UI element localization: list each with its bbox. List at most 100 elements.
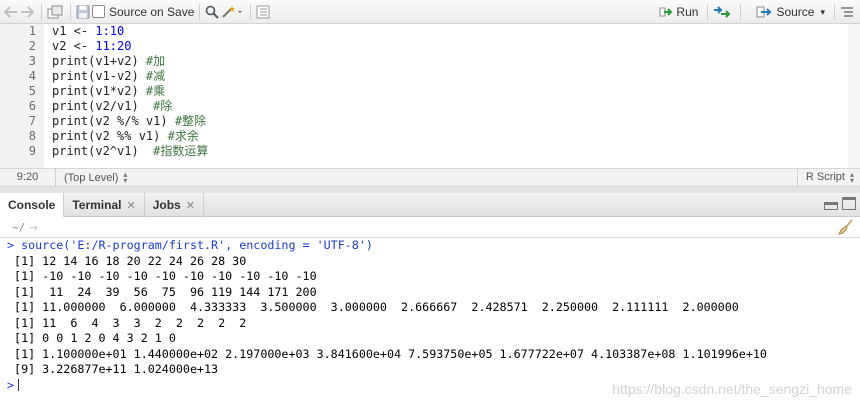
console-output-line: [1] -10 -10 -10 -10 -10 -10 -10 -10 -10 … bbox=[7, 269, 317, 283]
code-text: v1 <- 1:10 bbox=[38, 24, 124, 39]
scope-label: (Top Level) bbox=[64, 171, 119, 184]
cursor-position: 9:20 bbox=[0, 169, 56, 186]
code-line[interactable]: 3 print(v1+v2) #加 bbox=[0, 54, 860, 69]
working-directory[interactable]: ~/ bbox=[12, 221, 25, 234]
console-command: > source('E:/R-program/first.R', encodin… bbox=[7, 238, 373, 252]
line-number: 4 bbox=[28, 69, 36, 83]
line-number: 8 bbox=[28, 129, 36, 143]
source-label: Source bbox=[776, 5, 815, 19]
updown-arrows-icon: ▴ ▾ bbox=[123, 169, 128, 185]
document-outline-icon[interactable] bbox=[256, 2, 270, 22]
console-output-line: [1] 11 24 39 56 75 96 119 144 171 200 bbox=[7, 284, 317, 299]
code-line[interactable]: 4 print(v1-v2) #减 bbox=[0, 69, 860, 84]
code-tools-wand-icon[interactable] bbox=[221, 2, 243, 22]
toolbar-divider bbox=[834, 4, 835, 20]
search-icon[interactable] bbox=[205, 2, 220, 22]
code-text: print(v1*v2) #乘 bbox=[38, 84, 165, 99]
code-line[interactable]: 1 v1 <- 1:10 bbox=[0, 24, 860, 39]
minimize-pane-icon[interactable] bbox=[824, 202, 838, 210]
code-text: print(v2^v1) #指数运算 bbox=[38, 144, 208, 159]
code-line[interactable]: 2 v2 <- 11:20 bbox=[0, 39, 860, 54]
source-editor[interactable]: 1 v1 <- 1:10 2 v2 <- 11:20 3 print(v1+v2) #加 4… bbox=[0, 24, 860, 168]
tab-terminal[interactable]: Terminal ✕ bbox=[64, 193, 145, 217]
toolbar-divider bbox=[707, 4, 709, 20]
chevron-down-icon[interactable]: ▾ bbox=[820, 7, 825, 18]
code-token: print(v1+v2) bbox=[52, 54, 146, 68]
editor-toolbar: Source on Save Run Source ▾ bbox=[0, 0, 860, 24]
code-comment: #指数运算 bbox=[153, 144, 209, 158]
working-directory-bar: ~/ ⇾ bbox=[0, 217, 860, 238]
tab-jobs[interactable]: Jobs ✕ bbox=[145, 193, 204, 217]
run-arrow-icon bbox=[659, 7, 673, 17]
updown-arrows-icon: ▴ ▾ bbox=[849, 169, 854, 185]
close-icon[interactable]: ✕ bbox=[126, 199, 135, 212]
outline-menu-icon[interactable] bbox=[840, 2, 854, 22]
editor-status-bar: 9:20 (Top Level) ▴ ▾ R Script ▴ ▾ bbox=[0, 168, 860, 187]
line-number: 5 bbox=[28, 84, 36, 98]
code-text: print(v2/v1) #除 bbox=[38, 99, 172, 114]
code-text: print(v1+v2) #加 bbox=[38, 54, 165, 69]
code-text: print(v2 %% v1) #求余 bbox=[38, 129, 199, 144]
back-arrow-icon[interactable] bbox=[4, 2, 18, 22]
code-comment: #乘 bbox=[145, 84, 166, 98]
tab-label: Console bbox=[8, 198, 56, 212]
code-line[interactable]: 5 print(v1*v2) #乘 bbox=[0, 84, 860, 99]
scope-selector[interactable]: (Top Level) ▴ ▾ bbox=[56, 169, 128, 185]
editor-scrollbar[interactable] bbox=[848, 24, 860, 168]
code-token: v1 <- bbox=[52, 24, 96, 38]
text-cursor bbox=[18, 379, 20, 392]
tab-label: Jobs bbox=[152, 198, 181, 212]
toolbar-divider bbox=[250, 3, 252, 20]
line-number: 3 bbox=[28, 54, 36, 68]
code-token: print(v2 %/% v1) bbox=[52, 114, 175, 128]
source-arrow-icon bbox=[756, 6, 772, 18]
number-literal: 1:10 bbox=[95, 24, 125, 38]
rerun-icon[interactable] bbox=[713, 2, 733, 22]
run-button[interactable]: Run bbox=[655, 2, 702, 22]
number-literal: 11:20 bbox=[95, 39, 132, 53]
code-line[interactable]: 9 print(v2^v1) #指数运算 bbox=[0, 144, 860, 159]
code-line[interactable]: 6 print(v2/v1) #除 bbox=[0, 99, 860, 114]
toolbar-divider bbox=[70, 3, 71, 20]
code-comment: #求余 bbox=[167, 129, 199, 143]
clear-console-broom-icon[interactable] bbox=[838, 219, 854, 235]
toolbar-right-group: Run Source ▾ bbox=[655, 0, 860, 24]
source-on-save-label[interactable]: Source on Save bbox=[109, 5, 194, 19]
code-token: print(v2^v1) bbox=[52, 144, 154, 158]
forward-arrow-icon[interactable] bbox=[20, 2, 34, 22]
code-token: v2 <- bbox=[52, 39, 96, 53]
code-token: print(v1*v2) bbox=[52, 84, 146, 98]
maximize-pane-icon[interactable] bbox=[842, 197, 856, 210]
save-icon[interactable] bbox=[76, 2, 90, 22]
pane-window-controls bbox=[824, 197, 856, 210]
line-number: 6 bbox=[28, 99, 36, 113]
code-token: print(v2/v1) bbox=[52, 99, 154, 113]
source-button[interactable]: Source ▾ bbox=[752, 2, 829, 22]
file-type-label: R Script bbox=[805, 171, 845, 183]
console-output-line: [9] 3.226877e+11 1.024000e+13 bbox=[7, 362, 219, 376]
line-number: 1 bbox=[28, 24, 36, 38]
code-comment: #减 bbox=[145, 69, 166, 83]
code-line[interactable]: 7 print(v2 %/% v1) #整除 bbox=[0, 114, 860, 129]
run-label: Run bbox=[676, 5, 699, 19]
code-comment: #加 bbox=[145, 54, 166, 68]
close-icon[interactable]: ✕ bbox=[186, 199, 195, 212]
toolbar-divider bbox=[199, 3, 201, 20]
tab-label: Terminal bbox=[72, 198, 122, 212]
source-on-save-checkbox[interactable] bbox=[92, 5, 105, 18]
console-output-line: [1] 11 6 4 3 3 2 2 2 2 2 bbox=[7, 315, 247, 330]
code-line[interactable]: 8 print(v2 %% v1) #求余 bbox=[0, 129, 860, 144]
code-token: print(v1-v2) bbox=[52, 69, 146, 83]
code-text: print(v2 %/% v1) #整除 bbox=[38, 114, 206, 129]
console-output[interactable]: > source('E:/R-program/first.R', encodin… bbox=[0, 238, 860, 405]
console-output-lines: [1] 12 14 16 18 20 22 24 26 28 30 [1] -1… bbox=[0, 254, 860, 378]
show-in-window-icon[interactable] bbox=[47, 2, 63, 22]
code-lines[interactable]: 1 v1 <- 1:10 2 v2 <- 11:20 3 print(v1+v2) #加 4… bbox=[0, 24, 860, 159]
code-token: print(v2 %% v1) bbox=[52, 129, 168, 143]
console-output-line: [1] 12 14 16 18 20 22 24 26 28 30 bbox=[7, 253, 247, 268]
tab-console[interactable]: Console bbox=[0, 193, 65, 218]
go-to-directory-icon[interactable]: ⇾ bbox=[29, 223, 37, 234]
line-number: 2 bbox=[28, 39, 36, 53]
code-comment: #整除 bbox=[174, 114, 207, 128]
file-type-selector[interactable]: R Script ▴ ▾ bbox=[796, 169, 860, 186]
